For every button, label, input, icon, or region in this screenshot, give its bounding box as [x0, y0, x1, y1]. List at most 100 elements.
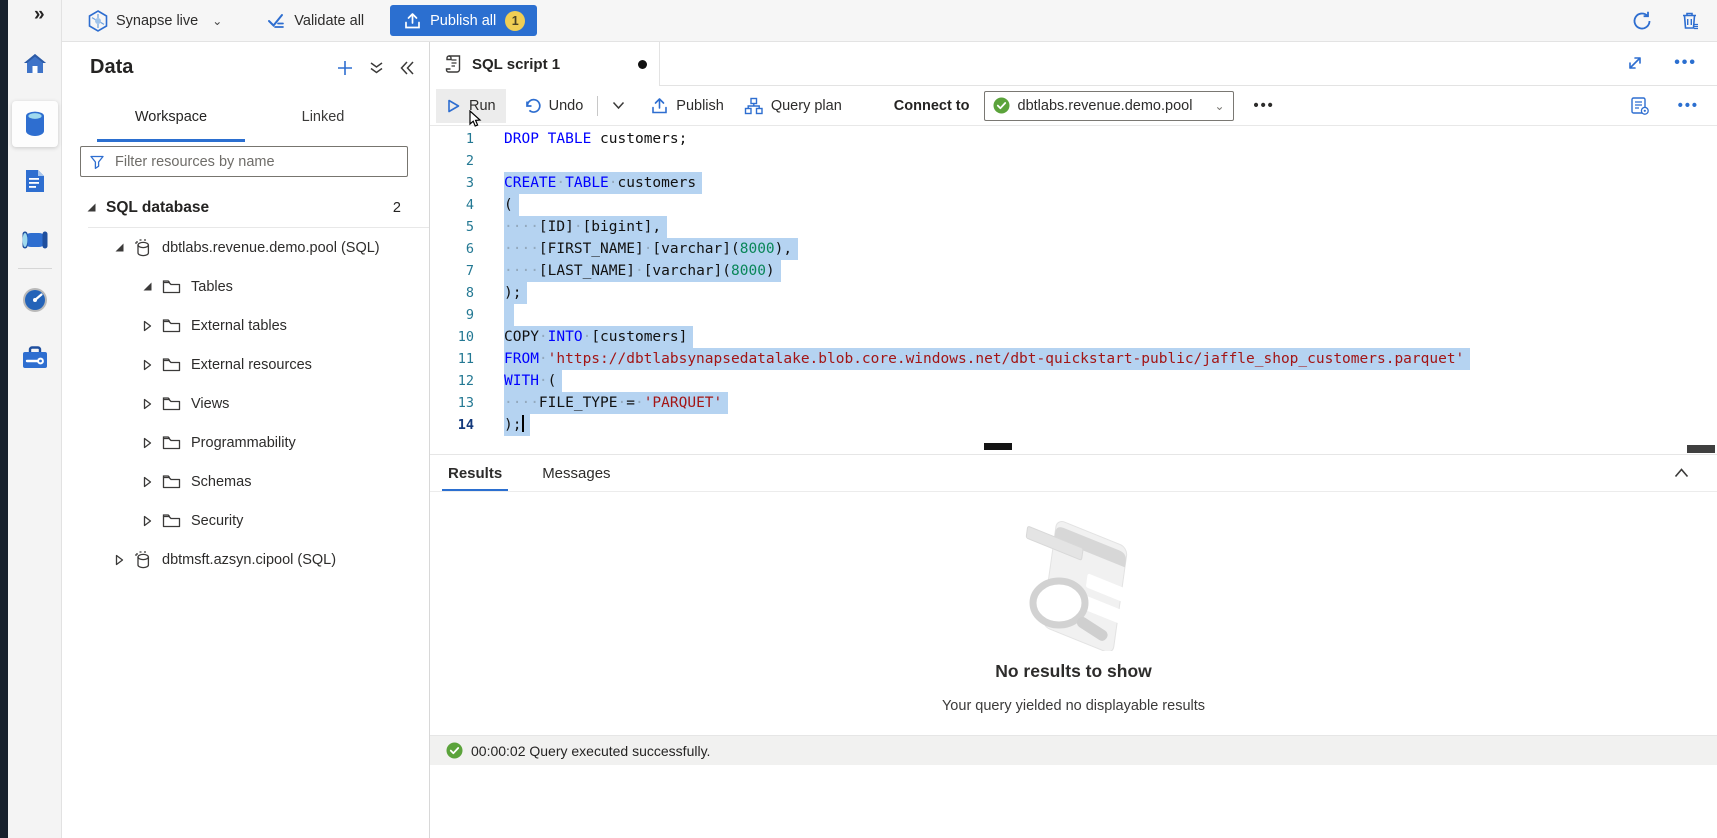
- nav-develop[interactable]: [12, 159, 58, 205]
- tree-item-label: Security: [191, 513, 243, 529]
- refresh-icon[interactable]: [1631, 10, 1653, 32]
- mode-switcher[interactable]: Synapse live ⌄: [88, 10, 222, 32]
- expand-node-icon[interactable]: [140, 398, 154, 410]
- tree-row[interactable]: Tables: [62, 267, 429, 306]
- nav-data[interactable]: [12, 101, 58, 147]
- code-line-9[interactable]: 9: [430, 304, 1717, 326]
- undo-label: Undo: [549, 98, 584, 114]
- validate-label: Validate all: [294, 13, 364, 29]
- code-line-4[interactable]: 4(: [430, 194, 1717, 216]
- toolbar-divider: [597, 96, 598, 116]
- status-message: 00:00:02 Query executed successfully.: [471, 743, 710, 759]
- line-text: (: [504, 194, 519, 216]
- left-nav-rail: »: [8, 0, 62, 838]
- nav-integrate[interactable]: [12, 217, 58, 263]
- toolbox-icon: [21, 345, 49, 371]
- tab-workspace[interactable]: Workspace: [97, 100, 245, 140]
- tree-item-label: External resources: [191, 357, 312, 373]
- expand-node-icon[interactable]: [140, 320, 154, 332]
- expand-editor-icon[interactable]: [1626, 54, 1644, 72]
- expand-node-icon[interactable]: [140, 515, 154, 527]
- collapse-results-icon[interactable]: [1674, 468, 1689, 478]
- pane-resize-handle[interactable]: [984, 443, 1012, 450]
- code-line-11[interactable]: 11FROM·'https://dbtlabsynapsedatalake.bl…: [430, 348, 1717, 370]
- line-number: 9: [430, 304, 474, 326]
- validate-all-button[interactable]: Validate all: [266, 12, 364, 30]
- tree-row[interactable]: dbtlabs.revenue.demo.pool (SQL): [62, 228, 429, 267]
- line-number: 2: [430, 150, 474, 172]
- expand-nav-icon[interactable]: »: [34, 4, 45, 26]
- run-options-chevron[interactable]: [602, 89, 635, 123]
- code-line-13[interactable]: 13····FILE_TYPE·=·'PARQUET': [430, 392, 1717, 414]
- nav-monitor[interactable]: [12, 277, 58, 323]
- tree-row[interactable]: Security: [62, 501, 429, 540]
- tree-item-label: dbtmsft.azsyn.cipool (SQL): [162, 552, 336, 568]
- mode-label: Synapse live: [116, 13, 198, 29]
- code-line-1[interactable]: 1DROP TABLE customers;: [430, 128, 1717, 150]
- tab-sql-script-1[interactable]: SQL script 1: [430, 42, 660, 86]
- folder-icon: [162, 513, 181, 528]
- collapse-panel-icon[interactable]: [399, 60, 415, 76]
- tab-linked[interactable]: Linked: [263, 100, 383, 140]
- code-line-6[interactable]: 6····[FIRST_NAME]·[varchar](8000),: [430, 238, 1717, 260]
- no-results-area: No results to show Your query yielded no…: [430, 497, 1717, 714]
- code-line-8[interactable]: 8);: [430, 282, 1717, 304]
- editor-more-icon[interactable]: •••: [1678, 98, 1699, 114]
- run-button[interactable]: Run: [436, 89, 506, 123]
- expand-node-icon[interactable]: [140, 359, 154, 371]
- code-line-14[interactable]: 14);: [430, 414, 1717, 436]
- tree-item-label: Schemas: [191, 474, 251, 490]
- code-editor[interactable]: 1DROP TABLE customers;23CREATE·TABLE·cus…: [430, 128, 1717, 452]
- code-line-10[interactable]: 10COPY·INTO·[customers]: [430, 326, 1717, 348]
- code-line-5[interactable]: 5····[ID]·[bigint],: [430, 216, 1717, 238]
- expand-node-icon[interactable]: [140, 476, 154, 488]
- query-plan-button[interactable]: Query plan: [734, 89, 852, 123]
- publish-button[interactable]: Publish: [641, 89, 734, 123]
- gauge-icon: [22, 287, 48, 313]
- nav-manage[interactable]: [12, 335, 58, 381]
- scrollbar-thumb[interactable]: [1687, 445, 1715, 453]
- tree-row[interactable]: SQL database2: [62, 188, 429, 227]
- discard-icon[interactable]: [1679, 10, 1701, 32]
- publish-all-button[interactable]: Publish all 1: [390, 5, 537, 36]
- properties-icon[interactable]: [1630, 96, 1650, 116]
- tree-row[interactable]: Schemas: [62, 462, 429, 501]
- text-caret: [522, 415, 524, 432]
- collapse-node-icon[interactable]: [84, 202, 98, 213]
- folder-icon: [162, 474, 181, 489]
- line-text: ····[LAST_NAME]·[varchar](8000): [504, 260, 781, 282]
- tree-row[interactable]: External resources: [62, 345, 429, 384]
- code-line-7[interactable]: 7····[LAST_NAME]·[varchar](8000): [430, 260, 1717, 282]
- add-icon[interactable]: [336, 59, 354, 77]
- expand-node-icon[interactable]: [140, 437, 154, 449]
- tab-more-icon[interactable]: •••: [1674, 54, 1697, 72]
- collapse-node-icon[interactable]: [112, 242, 126, 253]
- undo-button[interactable]: Undo: [514, 89, 594, 123]
- code-line-2[interactable]: 2: [430, 150, 1717, 172]
- tab-messages[interactable]: Messages: [536, 457, 616, 490]
- line-number: 1: [430, 128, 474, 150]
- pool-select-dropdown[interactable]: dbtlabs.revenue.demo.pool ⌄: [984, 91, 1234, 121]
- collapse-node-icon[interactable]: [140, 281, 154, 292]
- tree-row[interactable]: External tables: [62, 306, 429, 345]
- rail-divider: [18, 268, 52, 269]
- tree-row[interactable]: Programmability: [62, 423, 429, 462]
- tree-row[interactable]: Views: [62, 384, 429, 423]
- code-line-12[interactable]: 12 WITH·(: [430, 370, 1717, 392]
- connect-to-label: Connect to: [894, 98, 970, 114]
- folder-icon: [162, 279, 181, 294]
- filter-input[interactable]: [113, 153, 399, 171]
- toolbar-more-icon[interactable]: •••: [1254, 98, 1275, 114]
- folder-icon: [162, 318, 181, 333]
- line-text: ····[FIRST_NAME]·[varchar](8000),: [504, 238, 798, 260]
- line-number: 12: [430, 370, 474, 392]
- code-line-3[interactable]: 3CREATE·TABLE·customers: [430, 172, 1717, 194]
- expand-node-icon[interactable]: [112, 554, 126, 566]
- success-check-icon: [446, 742, 463, 759]
- line-text: WITH·(: [504, 370, 562, 392]
- tab-results[interactable]: Results: [442, 457, 508, 490]
- empty-title: No results to show: [430, 661, 1717, 682]
- collapse-all-icon[interactable]: [369, 60, 384, 76]
- nav-home[interactable]: [12, 41, 58, 87]
- tree-row[interactable]: dbtmsft.azsyn.cipool (SQL): [62, 540, 429, 579]
